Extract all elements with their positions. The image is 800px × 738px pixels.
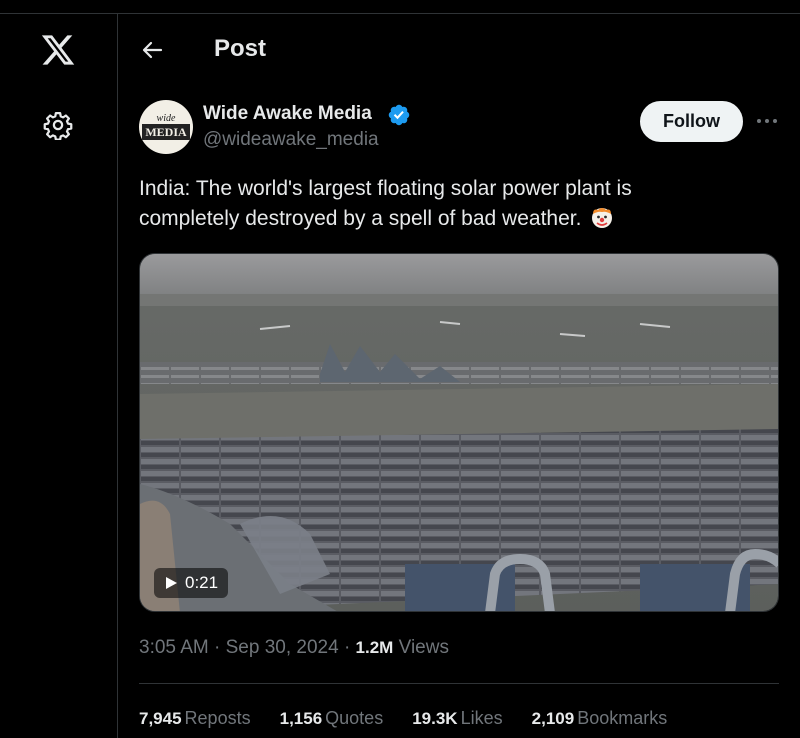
video-duration: 0:21 (185, 573, 219, 592)
x-logo-icon[interactable] (39, 32, 77, 68)
post-time[interactable]: 3:05 AM (139, 637, 209, 658)
more-dots-icon[interactable] (753, 109, 781, 133)
play-icon (166, 577, 177, 589)
quotes-count: 1,156 (279, 709, 323, 728)
post-detail-column: Post wide awake MEDIA Wide Awake Media @… (119, 14, 800, 738)
stats-divider (139, 683, 779, 684)
video-duration-badge: 0:21 (154, 568, 229, 598)
video-thumbnail (140, 254, 778, 611)
author-name[interactable]: Wide Awake Media (203, 103, 372, 125)
engagement-stats: 7,945 Reposts 1,156 Quotes 19.3K Likes 2,10… (139, 708, 691, 729)
likes-stat[interactable]: 19.3K Likes (412, 708, 502, 729)
post-date[interactable]: Sep 30, 2024 (226, 637, 339, 658)
quotes-stat[interactable]: 1,156 Quotes (280, 708, 384, 729)
avatar[interactable]: wide awake MEDIA (139, 100, 193, 154)
tweet-text: India: The world's largest floating sola… (139, 174, 699, 234)
clown-face-emoji (592, 208, 613, 228)
post-meta: 3:05 AM · Sep 30, 2024 · 1.2M Views (139, 637, 449, 659)
bookmarks-count: 2,109 (531, 709, 575, 728)
meta-separator: · (214, 637, 221, 658)
page-title: Post (214, 35, 267, 62)
back-arrow-icon[interactable] (141, 38, 165, 62)
follow-button[interactable]: Follow (640, 101, 743, 142)
verified-badge-icon (388, 104, 410, 126)
author-handle[interactable]: @wideawake_media (203, 129, 379, 151)
bookmarks-stat[interactable]: 2,109 Bookmarks (532, 708, 668, 729)
reposts-label: Reposts (184, 708, 251, 728)
reposts-count: 7,945 (139, 709, 182, 728)
video-player[interactable]: 0:21 (139, 253, 779, 612)
gear-icon[interactable] (43, 110, 73, 140)
tweet-body: India: The world's largest floating sola… (139, 177, 632, 230)
bookmarks-label: Bookmarks (577, 708, 668, 728)
views-count: 1.2M (355, 638, 394, 657)
likes-label: Likes (460, 708, 503, 728)
views-label: Views (398, 637, 449, 658)
quotes-label: Quotes (325, 708, 384, 728)
likes-count: 19.3K (412, 709, 458, 728)
avatar-text-bottom: MEDIA (142, 124, 190, 140)
reposts-stat[interactable]: 7,945 Reposts (139, 708, 251, 729)
meta-separator: · (343, 637, 351, 658)
